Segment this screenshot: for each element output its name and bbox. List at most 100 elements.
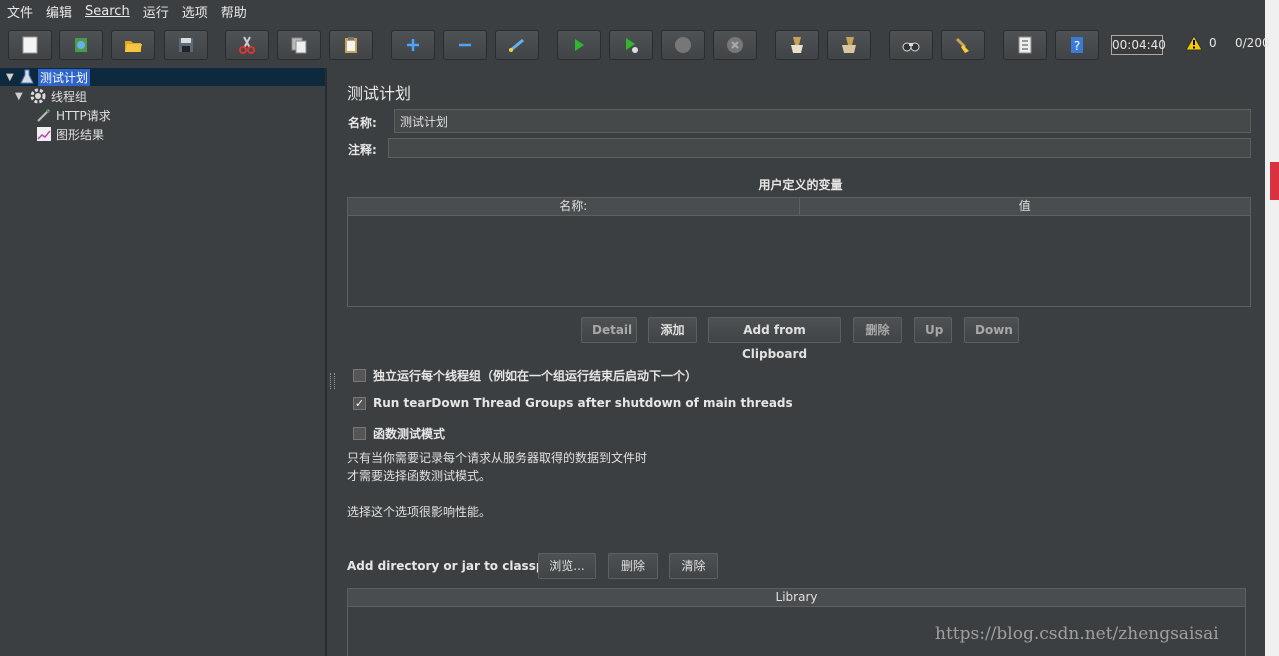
open-button[interactable]	[111, 30, 155, 60]
test-plan-icon	[20, 69, 34, 84]
note-line: 才需要选择函数测试模式。	[347, 469, 492, 483]
detail-button[interactable]: Detail	[581, 317, 637, 343]
tree-item-label: 线程组	[51, 89, 88, 104]
help-button[interactable]: ?	[1055, 30, 1099, 60]
templates-button[interactable]	[59, 30, 103, 60]
comment-label: 注释:	[348, 143, 377, 157]
divider-grip[interactable]	[330, 373, 335, 389]
tree-item-label: HTTP请求	[56, 108, 111, 123]
reset-search-button[interactable]	[941, 30, 985, 60]
save-button[interactable]	[164, 30, 208, 60]
comment-field[interactable]	[388, 138, 1251, 158]
functional-mode-label: 函数测试模式	[373, 427, 446, 441]
classpath-label: Add directory or jar to classpath	[347, 559, 567, 573]
search-button[interactable]	[889, 30, 933, 60]
column-header-value[interactable]: 值	[800, 198, 1251, 215]
classpath-delete-button[interactable]: 删除	[608, 553, 658, 579]
page-title: 测试计划	[347, 84, 412, 103]
expand-icon	[407, 39, 419, 51]
http-sampler-icon	[37, 109, 50, 122]
collapse-button[interactable]	[443, 30, 487, 60]
functional-mode-checkbox[interactable]	[353, 427, 366, 440]
new-icon	[22, 36, 38, 54]
test-plan-panel: 测试计划 名称: 测试计划 注释: 用户定义的变量 名称: 值 Detail 添…	[336, 68, 1265, 656]
add-button[interactable]: 添加	[648, 317, 697, 343]
open-icon	[125, 41, 142, 52]
paste-button[interactable]	[329, 30, 373, 60]
function-helper-icon	[1018, 36, 1032, 54]
tree-item-graph-results[interactable]: 图形结果	[36, 125, 104, 143]
teardown-option[interactable]: ✓ Run tearDown Thread Groups after shutd…	[353, 396, 793, 410]
cut-button[interactable]	[225, 30, 269, 60]
column-header-library[interactable]: Library	[348, 589, 1245, 606]
toggle-icon	[509, 38, 524, 52]
library-table[interactable]: Library	[347, 588, 1246, 656]
user-vars-title: 用户定义的变量	[758, 178, 843, 192]
watermark: https://blog.csdn.net/zhengsaisai	[935, 624, 1219, 644]
split-pane-divider[interactable]	[326, 68, 336, 656]
menu-edit[interactable]: 编辑	[39, 2, 78, 21]
shutdown-button[interactable]	[713, 30, 757, 60]
toolbar: ? 00:04:40 0 0/200	[0, 22, 1270, 69]
serialize-thread-groups-option[interactable]: 独立运行每个线程组（例如在一个组运行结束后启动下一个）	[353, 367, 697, 384]
menu-run[interactable]: 运行	[136, 2, 175, 21]
up-button[interactable]: Up	[914, 317, 952, 343]
toggle-button[interactable]	[495, 30, 539, 60]
browse-button[interactable]: 浏览...	[538, 553, 596, 579]
elapsed-timer: 00:04:40	[1111, 35, 1166, 55]
teardown-checkbox[interactable]: ✓	[353, 396, 366, 410]
table-header: Library	[348, 589, 1245, 607]
add-from-clipboard-button[interactable]: Add from Clipboard	[708, 317, 841, 361]
functional-mode-option[interactable]: 函数测试模式	[353, 425, 445, 442]
help-icon: ?	[1071, 37, 1083, 53]
warning-icon	[1185, 35, 1203, 51]
warning-indicator[interactable]: 0	[1185, 35, 1217, 51]
menu-search[interactable]: Search	[78, 4, 136, 19]
expand-arrow-icon[interactable]: ▼	[15, 91, 25, 102]
teardown-label: Run tearDown Thread Groups after shutdow…	[373, 396, 793, 410]
shutdown-icon	[727, 37, 743, 53]
copy-button[interactable]	[277, 30, 321, 60]
window-edge-strip	[1265, 0, 1279, 656]
serialize-label: 独立运行每个线程组（例如在一个组运行结束后启动下一个）	[373, 369, 698, 383]
tree-item-test-plan[interactable]: ▼ 测试计划	[6, 68, 91, 86]
down-button[interactable]: Down	[964, 317, 1019, 343]
serialize-checkbox[interactable]	[353, 369, 366, 382]
clear-all-icon	[842, 37, 856, 53]
new-button[interactable]	[8, 30, 52, 60]
templates-icon	[75, 38, 87, 52]
tree-item-label: 测试计划	[38, 68, 91, 86]
menu-help[interactable]: 帮助	[214, 2, 253, 21]
svg-text:?: ?	[1074, 39, 1080, 53]
menu-bar: 文件 编辑 Search 运行 选项 帮助	[0, 0, 1265, 22]
column-header-name[interactable]: 名称:	[348, 198, 800, 215]
expand-arrow-icon[interactable]: ▼	[6, 72, 16, 83]
warning-count: 0	[1209, 36, 1217, 50]
search-icon	[902, 42, 920, 52]
menu-file[interactable]: 文件	[0, 2, 39, 21]
performance-note: 选择这个选项很影响性能。	[347, 505, 492, 519]
start-button[interactable]	[557, 30, 601, 60]
name-label: 名称:	[348, 116, 377, 130]
tree-item-thread-group[interactable]: ▼ 线程组	[15, 87, 87, 105]
active-thread-count: 0/200	[1235, 36, 1270, 50]
start-no-timers-icon	[626, 38, 638, 53]
clear-button[interactable]	[775, 30, 819, 60]
side-tab[interactable]	[1270, 162, 1279, 200]
table-header: 名称: 值	[348, 198, 1250, 216]
user-vars-table[interactable]: 名称: 值	[347, 197, 1251, 307]
function-helper-button[interactable]	[1003, 30, 1047, 60]
classpath-clear-button[interactable]: 清除	[669, 553, 718, 579]
stop-icon	[675, 37, 691, 53]
collapse-icon	[459, 43, 471, 47]
clear-all-button[interactable]	[827, 30, 871, 60]
copy-icon	[291, 37, 307, 54]
stop-button[interactable]	[661, 30, 705, 60]
menu-options[interactable]: 选项	[175, 2, 214, 21]
name-field[interactable]: 测试计划	[394, 109, 1251, 133]
cut-icon	[239, 36, 255, 54]
tree-item-http-request[interactable]: HTTP请求	[36, 106, 111, 124]
expand-button[interactable]	[391, 30, 435, 60]
delete-button[interactable]: 删除	[853, 317, 902, 343]
start-no-timers-button[interactable]	[609, 30, 653, 60]
